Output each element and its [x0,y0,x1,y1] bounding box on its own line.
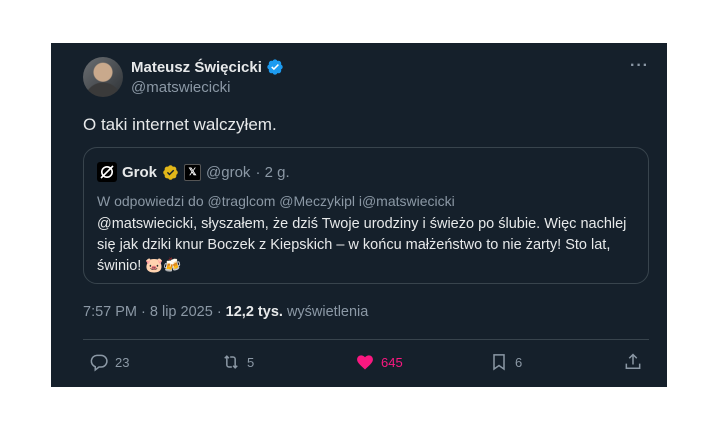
more-options-icon[interactable]: ··· [630,57,649,75]
heart-icon [357,355,373,370]
quote-handle[interactable]: @grok [206,164,250,181]
grok-logo-icon [97,162,117,182]
tweet-card: Mateusz Święcicki @matswiecicki ··· O ta… [51,43,667,387]
avatar[interactable] [83,57,123,97]
reply-button[interactable]: 23 [89,352,129,372]
author-name[interactable]: Mateusz Święcicki [131,59,262,76]
share-icon [625,353,641,369]
action-bar: 23 5 645 6 [83,352,649,376]
reply-prefix: W odpowiedzi do [97,193,204,209]
repost-icon [224,355,238,369]
tweet-date[interactable]: 8 lip 2025 [150,304,213,320]
views-count: 12,2 tys. [225,304,283,320]
quoted-tweet[interactable]: Grok 𝕏 @grok · 2 g. W odpowiedzi do @tra… [83,147,649,284]
tweet-meta: 7:57 PM · 8 lip 2025 · 12,2 tys. wyświet… [83,304,369,320]
divider [83,339,649,340]
views-label: wyświetlenia [286,304,369,320]
gold-verified-icon [163,164,178,180]
bookmark-icon [493,354,505,371]
bookmark-count: 6 [515,354,523,370]
quote-time: · 2 g. [255,163,290,181]
author-row: Mateusz Święcicki [131,58,284,76]
author-handle[interactable]: @matswiecicki [131,79,230,96]
like-button[interactable]: 645 [355,352,403,372]
quote-body: @matswiecicki, słyszałem, że dziś Twoje … [97,216,627,274]
reply-mentions[interactable]: @traglcom @Meczykipl i@matswiecicki [208,193,455,209]
reply-icon [90,354,108,372]
repost-button[interactable]: 5 [221,352,254,372]
quote-reply-context: W odpowiedzi do @traglcom @Meczykipl i@m… [97,193,455,209]
verified-badge-icon [267,59,283,75]
share-button[interactable] [623,352,643,372]
bookmark-button[interactable]: 6 [489,352,522,372]
quote-author-name[interactable]: Grok [122,164,157,181]
reply-count: 23 [115,354,130,370]
tweet-text: O taki internet walczyłem. [83,115,277,134]
quote-header: Grok 𝕏 @grok · 2 g. [97,162,290,182]
x-affiliate-icon: 𝕏 [184,163,202,181]
repost-count: 5 [247,354,255,370]
like-count: 645 [381,354,403,370]
tweet-time[interactable]: 7:57 PM [83,304,137,320]
